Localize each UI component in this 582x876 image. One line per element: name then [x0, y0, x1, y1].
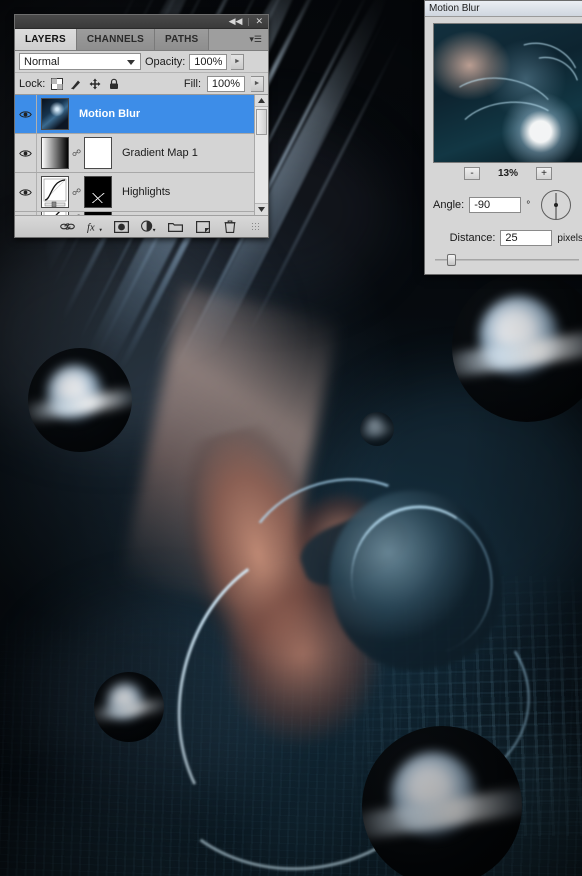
angle-dial[interactable]	[541, 190, 572, 220]
layers-panel: ◀◀ ✕ LAYERS CHANNELS PATHS ▾☰ Normal Opa…	[14, 14, 269, 238]
zoom-level: 13%	[497, 168, 518, 179]
layer-thumbnail[interactable]	[41, 212, 69, 215]
layer-thumbnails: ☍	[37, 176, 112, 208]
scrollbar-thumb[interactable]	[256, 109, 267, 135]
new-group-icon[interactable]	[168, 219, 183, 234]
opacity-slider-arrow-icon[interactable]: ►	[231, 53, 245, 70]
layer-thumbnails: ☍	[37, 137, 112, 169]
angle-row: Angle: -90 °	[433, 190, 582, 220]
zoom-out-button[interactable]: -	[463, 167, 480, 180]
lock-position-icon[interactable]	[89, 78, 101, 90]
layer-visibility-toggle[interactable]	[15, 134, 37, 172]
distance-input[interactable]: 25	[500, 230, 553, 246]
layers-scrollbar[interactable]	[254, 95, 268, 215]
layer-mask-thumbnail[interactable]	[84, 176, 112, 208]
layer-name: Highlights	[122, 186, 171, 198]
layer-thumbnails: ☍	[37, 212, 112, 215]
blend-mode-select[interactable]: Normal	[19, 53, 141, 70]
layer-thumbnail[interactable]	[41, 98, 69, 130]
dialog-body: - 13% + Angle: -90 ° Distance: 25 pixels	[425, 17, 582, 274]
panel-resize-grip[interactable]	[251, 222, 260, 231]
tab-paths[interactable]: PATHS	[155, 29, 210, 50]
lock-image-pixels-icon[interactable]	[70, 78, 82, 90]
lock-fill-row: Lock: Fill: 100% ►	[15, 73, 268, 95]
opacity-input[interactable]: 100%	[189, 53, 228, 70]
new-layer-icon[interactable]	[195, 219, 210, 234]
layer-row[interactable]: Motion Blur	[15, 95, 254, 134]
zoom-in-button[interactable]: +	[536, 167, 552, 180]
layer-visibility-toggle[interactable]	[15, 212, 37, 215]
layer-row[interactable]: ☍	[15, 212, 254, 215]
layer-visibility-toggle[interactable]	[15, 173, 37, 211]
layer-visibility-toggle[interactable]	[15, 95, 37, 133]
layer-mask-thumbnail[interactable]	[84, 212, 112, 215]
add-layer-mask-icon[interactable]	[114, 219, 129, 234]
layer-mask-link-icon[interactable]: ☍	[72, 213, 81, 215]
panel-menu-icon[interactable]: ▾☰	[243, 29, 268, 50]
layer-style-fx-icon[interactable]: fx	[87, 219, 102, 234]
distance-label: Distance:	[449, 232, 496, 244]
delete-layer-icon[interactable]	[222, 219, 237, 234]
chevron-down-icon	[127, 60, 135, 65]
layers-list-container: Motion Blur ☍ Gradient Map 1 ☍ Highlight…	[15, 95, 268, 215]
tab-channels[interactable]: CHANNELS	[76, 29, 156, 50]
layer-mask-link-icon[interactable]: ☍	[72, 148, 81, 159]
titlebar-divider	[248, 17, 250, 26]
panel-titlebar: ◀◀ ✕	[15, 15, 268, 29]
degree-symbol: °	[526, 199, 531, 211]
layer-thumbnails	[37, 98, 69, 130]
layer-thumbnail[interactable]	[41, 137, 69, 169]
scroll-up-icon[interactable]	[255, 95, 268, 107]
curves-adjustment-icon	[43, 212, 67, 215]
distance-slider[interactable]	[433, 252, 582, 266]
eye-icon	[19, 188, 32, 196]
chrome-sphere	[94, 672, 164, 742]
scroll-down-icon[interactable]	[255, 203, 268, 215]
lock-transparent-pixels-icon[interactable]	[51, 77, 64, 90]
layer-mask-link-icon[interactable]: ☍	[72, 187, 81, 198]
chrome-sphere	[362, 726, 522, 876]
preview-thumbnail[interactable]	[433, 23, 582, 163]
motion-blur-dialog: Motion Blur - 13% + Angle: -90 ° Distanc…	[424, 0, 582, 275]
new-adjustment-layer-icon[interactable]	[141, 219, 156, 234]
opacity-label: Opacity:	[145, 55, 186, 68]
layer-row[interactable]: ☍ Gradient Map 1	[15, 134, 254, 173]
layer-name: Gradient Map 1	[122, 147, 198, 159]
collapse-icon[interactable]: ◀◀	[227, 17, 245, 26]
preview-glow-lines	[434, 24, 582, 162]
eye-icon	[19, 149, 32, 157]
screenshot-root: ◀◀ ✕ LAYERS CHANNELS PATHS ▾☰ Normal Opa…	[0, 0, 582, 876]
panel-tabs: LAYERS CHANNELS PATHS ▾☰	[15, 29, 268, 51]
angle-label: Angle:	[433, 199, 465, 211]
distance-row: Distance: 25 pixels	[433, 230, 582, 246]
chrome-sphere	[28, 348, 132, 452]
layer-mask-thumbnail[interactable]	[84, 137, 112, 169]
curves-adjustment-icon	[43, 178, 67, 208]
lock-label: Lock:	[19, 77, 46, 90]
link-layers-icon[interactable]	[60, 219, 75, 234]
fill-slider-arrow-icon[interactable]: ►	[251, 75, 264, 92]
slider-handle[interactable]	[447, 254, 456, 266]
close-icon[interactable]: ✕	[253, 17, 265, 26]
lock-all-icon[interactable]	[108, 78, 120, 90]
slider-track	[435, 259, 579, 261]
chrome-sphere	[360, 412, 394, 446]
dialog-title: Motion Blur	[425, 1, 582, 17]
blend-mode-value: Normal	[24, 55, 60, 68]
svg-text:fx: fx	[87, 222, 95, 233]
tab-layers[interactable]: LAYERS	[15, 29, 77, 50]
layers-list: Motion Blur ☍ Gradient Map 1 ☍ Highlight…	[15, 95, 254, 215]
layer-thumbnail[interactable]	[41, 176, 69, 208]
eye-icon	[19, 110, 32, 118]
layer-row[interactable]: ☍ Highlights	[15, 173, 254, 212]
lock-buttons	[51, 77, 120, 90]
layers-panel-footer: fx	[15, 215, 268, 237]
angle-input[interactable]: -90	[469, 197, 522, 213]
blend-opacity-row: Normal Opacity: 100% ►	[15, 51, 268, 73]
fill-input[interactable]: 100%	[207, 75, 245, 92]
fill-label: Fill:	[183, 77, 201, 90]
distance-unit-label: pixels	[557, 232, 582, 244]
preview-zoom-controls: - 13% +	[433, 167, 582, 180]
layer-name: Motion Blur	[79, 108, 141, 120]
